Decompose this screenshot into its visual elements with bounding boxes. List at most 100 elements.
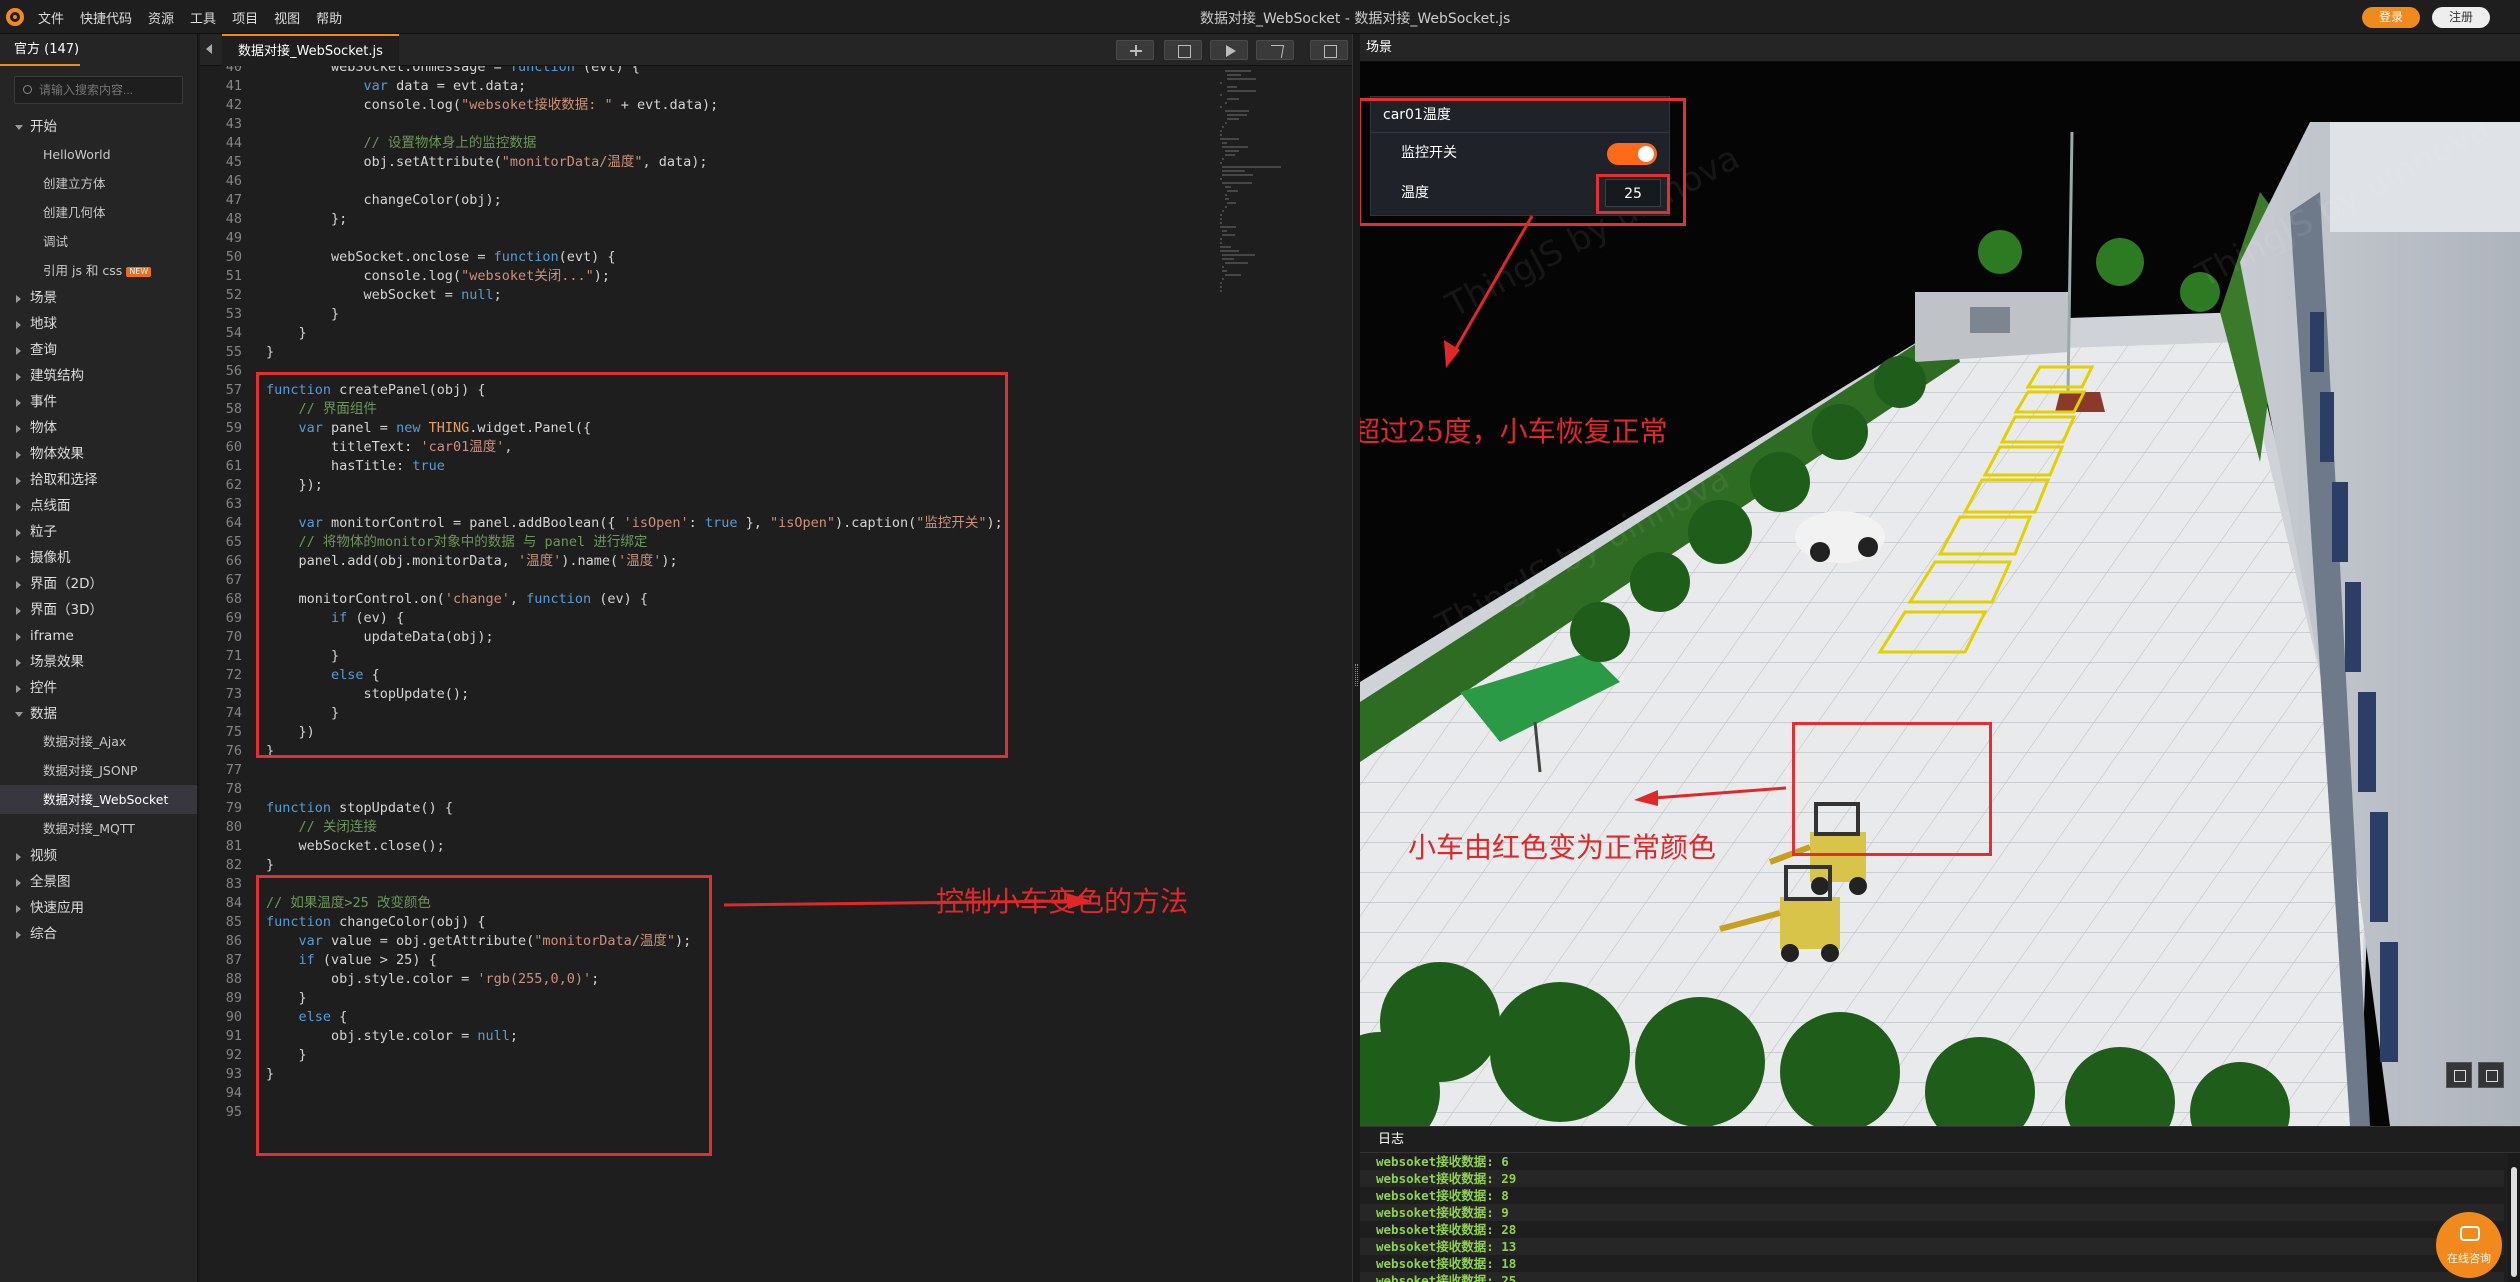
online-chat-button[interactable]: 在线咨询 xyxy=(2436,1212,2502,1278)
sidebar-item[interactable]: HelloWorld xyxy=(0,140,197,169)
code-line[interactable]: 66 panel.add(obj.monitorData, '温度').name… xyxy=(200,552,678,571)
tab-scene[interactable]: 场景 xyxy=(1360,34,2520,62)
code-line[interactable]: 85 function changeColor(obj) { xyxy=(200,913,486,932)
code-line[interactable]: 61 hasTitle: true xyxy=(200,457,445,476)
menu-item[interactable]: 工具 xyxy=(190,8,216,27)
code-line[interactable]: 75 }) xyxy=(200,723,315,742)
code-line[interactable]: 91 obj.style.color = null; xyxy=(200,1027,518,1046)
code-line[interactable]: 63 xyxy=(200,495,266,514)
code-line[interactable]: 59 var panel = new THING.widget.Panel({ xyxy=(200,419,591,438)
sidebar-category[interactable]: 地球 xyxy=(0,311,197,337)
sidebar-category[interactable]: 综合 xyxy=(0,921,197,947)
sidebar-item[interactable]: 引用 js 和 css NEW xyxy=(0,256,197,285)
menu-item[interactable]: 文件 xyxy=(38,8,64,27)
menu-item[interactable]: 资源 xyxy=(148,8,174,27)
sidebar-item[interactable]: 数据对接_WebSocket xyxy=(0,785,197,814)
sidebar-category[interactable]: 拾取和选择 xyxy=(0,467,197,493)
sidebar-category[interactable]: 快速应用 xyxy=(0,895,197,921)
tab-file[interactable]: 数据对接_WebSocket.js xyxy=(222,34,399,66)
code-line[interactable]: 48 }; xyxy=(200,210,348,229)
search-input[interactable] xyxy=(39,77,189,103)
menu-item[interactable]: 帮助 xyxy=(316,8,342,27)
code-line[interactable]: 40 webSocket.onmessage = function (evt) … xyxy=(200,66,640,77)
save-button[interactable] xyxy=(1164,40,1202,60)
code-line[interactable]: 83 xyxy=(200,875,266,894)
run-button[interactable] xyxy=(1210,40,1248,60)
code-line[interactable]: 70 updateData(obj); xyxy=(200,628,494,647)
menu-item[interactable]: 视图 xyxy=(274,8,300,27)
sidebar-category[interactable]: 全景图 xyxy=(0,869,197,895)
splitter-grip-icon[interactable] xyxy=(1355,664,1358,686)
code-line[interactable]: 53 } xyxy=(200,305,339,324)
code-line[interactable]: 57 function createPanel(obj) { xyxy=(200,381,486,400)
code-line[interactable]: 46 xyxy=(200,172,266,191)
code-line[interactable]: 68 monitorControl.on('change', function … xyxy=(200,590,648,609)
code-line[interactable]: 64 var monitorControl = panel.addBoolean… xyxy=(200,514,1003,533)
code-line[interactable]: 87 if (value > 25) { xyxy=(200,951,437,970)
code-line[interactable]: 51 console.log("websoket关闭..."); xyxy=(200,267,610,286)
sidebar-category[interactable]: iframe xyxy=(0,623,197,649)
sidebar-item[interactable]: 创建几何体 xyxy=(0,198,197,227)
code-line[interactable]: 49 xyxy=(200,229,266,248)
code-line[interactable]: 89 } xyxy=(200,989,307,1008)
code-line[interactable]: 65 // 将物体的monitor对象中的数据 与 panel 进行绑定 xyxy=(200,533,648,552)
code-line[interactable]: 52 webSocket = null; xyxy=(200,286,502,305)
code-line[interactable]: 44 // 设置物体身上的监控数据 xyxy=(200,134,537,153)
code-line[interactable]: 60 titleText: 'car01温度', xyxy=(200,438,513,457)
sidebar-category[interactable]: 数据 xyxy=(0,701,197,727)
code-line[interactable]: 76} xyxy=(200,742,274,761)
sidebar-category[interactable]: 摄像机 xyxy=(0,545,197,571)
code-line[interactable]: 74 } xyxy=(200,704,339,723)
code-line[interactable]: 94 xyxy=(200,1084,266,1103)
sidebar-category[interactable]: 界面（3D） xyxy=(0,597,197,623)
code-line[interactable]: 79 function stopUpdate() { xyxy=(200,799,453,818)
sidebar-category[interactable]: 视频 xyxy=(0,843,197,869)
code-line[interactable]: 90 else { xyxy=(200,1008,348,1027)
code-line[interactable]: 92 } xyxy=(200,1046,307,1065)
sidebar-item[interactable]: 创建立方体 xyxy=(0,169,197,198)
code-line[interactable]: 58 // 界面组件 xyxy=(200,400,377,419)
sidebar-category[interactable]: 控件 xyxy=(0,675,197,701)
code-line[interactable]: 82} xyxy=(200,856,274,875)
open-external-button[interactable] xyxy=(1310,40,1348,60)
code-line[interactable]: 72 else { xyxy=(200,666,380,685)
code-line[interactable]: 45 obj.setAttribute("monitorData/温度", da… xyxy=(200,153,708,172)
screenshot-icon[interactable] xyxy=(2478,1062,2504,1088)
fullscreen-icon[interactable] xyxy=(2446,1062,2472,1088)
code-line[interactable]: 84// 如果温度>25 改变颜色 xyxy=(200,894,431,913)
sidebar-category[interactable]: 事件 xyxy=(0,389,197,415)
code-line[interactable]: 42 console.log("websoket接收数据: " + evt.da… xyxy=(200,96,719,115)
pane-splitter[interactable] xyxy=(1352,34,1360,1282)
monitor-toggle[interactable] xyxy=(1607,143,1657,165)
sidebar-item[interactable]: 数据对接_Ajax xyxy=(0,727,197,756)
temperature-field[interactable]: 25 xyxy=(1605,179,1661,207)
menu-item[interactable]: 项目 xyxy=(232,8,258,27)
code-line[interactable]: 73 stopUpdate(); xyxy=(200,685,469,704)
menu-item[interactable]: 快捷代码 xyxy=(80,8,132,27)
code-line[interactable]: 56 xyxy=(200,362,266,381)
login-button[interactable]: 登录 xyxy=(2362,7,2420,28)
code-line[interactable]: 88 obj.style.color = 'rgb(255,0,0)'; xyxy=(200,970,600,989)
tab-official-examples[interactable]: 官方 (147) xyxy=(0,34,80,66)
code-line[interactable]: 95 xyxy=(200,1103,266,1122)
code-line[interactable]: 54 } xyxy=(200,324,307,343)
sidebar-category[interactable]: 开始 xyxy=(0,114,197,140)
code-line[interactable]: 55} xyxy=(200,343,274,362)
sidebar-category[interactable]: 粒子 xyxy=(0,519,197,545)
sidebar-category[interactable]: 点线面 xyxy=(0,493,197,519)
sidebar-category[interactable]: 界面（2D） xyxy=(0,571,197,597)
code-line[interactable]: 67 xyxy=(200,571,266,590)
code-line[interactable]: 81 webSocket.close(); xyxy=(200,837,445,856)
new-file-button[interactable] xyxy=(1116,40,1154,60)
code-line[interactable]: 50 webSocket.onclose = function(evt) { xyxy=(200,248,616,267)
collapse-sidebar-icon[interactable] xyxy=(206,44,212,54)
sidebar-item[interactable]: 数据对接_JSONP xyxy=(0,756,197,785)
code-line[interactable]: 43 xyxy=(200,115,266,134)
code-line[interactable]: 77 xyxy=(200,761,266,780)
tab-log[interactable]: 日志 xyxy=(1360,1127,2520,1153)
sidebar-category[interactable]: 物体 xyxy=(0,415,197,441)
code-line[interactable]: 47 changeColor(obj); xyxy=(200,191,502,210)
code-line[interactable]: 41 var data = evt.data; xyxy=(200,77,526,96)
sidebar-category[interactable]: 物体效果 xyxy=(0,441,197,467)
code-area[interactable]: 40 webSocket.onmessage = function (evt) … xyxy=(200,66,1352,1282)
